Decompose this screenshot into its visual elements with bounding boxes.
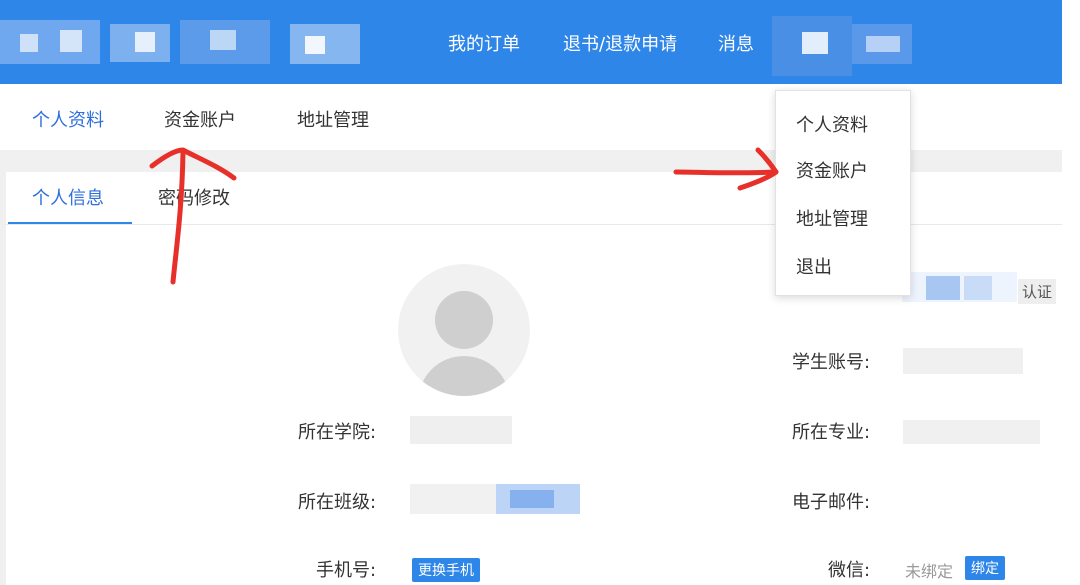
up-arrow-head <box>149 147 237 181</box>
up-arrow-shaft <box>170 149 186 285</box>
right-arrow-shaft <box>673 169 779 176</box>
right-arrow-head <box>737 147 779 191</box>
annotation-arrows <box>149 147 779 285</box>
